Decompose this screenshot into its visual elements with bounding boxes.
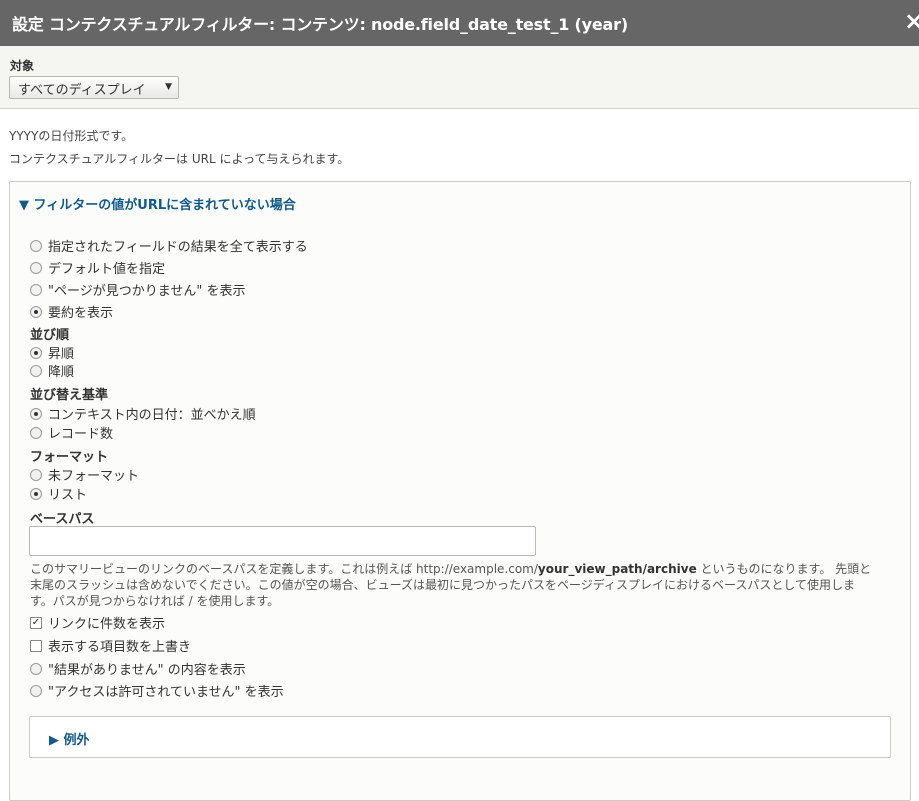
option-no-results[interactable]: "結果がありません" の内容を表示 [30,659,246,678]
checkbox-override-items[interactable] [30,639,42,652]
option-label: 未フォーマット [48,469,140,484]
option-label: 昇順 [48,347,75,362]
checkbox-show-count[interactable]: ✓ [30,616,42,629]
filter-description: コンテクスチュアルフィルターは URL によって与えられます。 [9,152,350,166]
target-select-value: すべてのディスプレイ [18,83,146,98]
option-summary[interactable]: 要約を表示 [30,302,113,321]
option-label: "アクセスは許可されていません" を表示 [48,685,284,700]
option-not-found[interactable]: "ページが見つかりません" を表示 [30,280,245,299]
exceptions-fieldset: ▶ 例外 [29,716,891,758]
no-value-summary-toggle[interactable]: ▼ フィルターの値がURLに含まれていない場合 [19,194,296,213]
option-label: リンクに件数を表示 [48,617,166,632]
dialog-title: 設定 コンテクスチュアルフィルター: コンテンツ: node.field_dat… [12,15,628,34]
option-label: 降順 [48,365,75,380]
sort-by-heading: 並び替え基準 [30,388,109,403]
option-label: レコード数 [48,427,114,442]
radio-sort-count[interactable] [30,426,42,439]
sort-order-heading: 並び順 [30,328,70,343]
radio-summary[interactable] [30,305,42,318]
help-example-path: your_view_path/archive [537,562,697,576]
radio-desc[interactable] [30,364,42,377]
option-sort-count[interactable]: レコード数 [30,423,113,442]
base-path-input[interactable] [29,526,536,556]
target-label: 対象 [10,59,35,73]
option-label: デフォルト値を指定 [48,262,166,277]
target-section: 対象 すべてのディスプレイ ▼ [0,46,919,109]
close-icon[interactable]: × [904,6,919,36]
option-list[interactable]: リスト [30,484,87,503]
option-label: 要約を表示 [48,306,114,321]
exceptions-toggle[interactable]: ▶ 例外 [49,729,90,748]
option-label: リスト [48,488,88,503]
option-label: 表示する項目数を上書き [48,640,192,655]
target-display-select[interactable]: すべてのディスプレイ ▼ [9,76,179,99]
format-heading: フォーマット [30,450,109,465]
option-label: "結果がありません" の内容を表示 [48,663,246,678]
chevron-down-icon: ▼ [165,82,172,92]
option-show-all[interactable]: 指定されたフィールドの結果を全て表示する [30,236,308,255]
option-access-denied[interactable]: "アクセスは許可されていません" を表示 [30,681,284,700]
radio-sort-date[interactable] [30,407,42,420]
base-path-help-line1: このサマリービューのリンクのベースパスを定義します。これは例えば http://… [30,560,871,577]
option-unformatted[interactable]: 未フォーマット [30,465,139,484]
option-label: コンテキスト内の日付：並べかえ順 [48,408,256,423]
radio-unformatted[interactable] [30,468,42,481]
base-path-help-line2: 末尾のスラッシュは含めないでください。この値が空の場合、ビューズは最初に見つかっ… [30,578,856,592]
radio-list[interactable] [30,487,42,500]
radio-show-all[interactable] [30,239,42,252]
base-path-heading: ベースパス [30,512,95,527]
option-show-count[interactable]: ✓ リンクに件数を表示 [30,613,165,632]
radio-not-found[interactable] [30,283,42,296]
radio-no-results[interactable] [30,662,42,675]
base-path-help-line3: す。パスが見つからなければ / を使用します。 [30,594,280,608]
date-format-description: YYYYの日付形式です。 [9,129,134,143]
help-text: というものになります。 先頭と [696,562,872,576]
option-override-items[interactable]: 表示する項目数を上書き [30,636,191,655]
option-desc[interactable]: 降順 [30,361,74,380]
radio-access-denied[interactable] [30,684,42,697]
option-asc[interactable]: 昇順 [30,343,74,362]
radio-asc[interactable] [30,346,42,359]
option-label: 指定されたフィールドの結果を全て表示する [48,240,308,255]
help-text: このサマリービューのリンクのベースパスを定義します。これは例えば http://… [30,562,538,576]
option-label: "ページが見つかりません" を表示 [48,284,246,299]
dialog-title-bar: 設定 コンテクスチュアルフィルター: コンテンツ: node.field_dat… [0,0,919,46]
option-default-value[interactable]: デフォルト値を指定 [30,258,165,277]
option-sort-date[interactable]: コンテキスト内の日付：並べかえ順 [30,404,256,423]
radio-default-value[interactable] [30,261,42,274]
